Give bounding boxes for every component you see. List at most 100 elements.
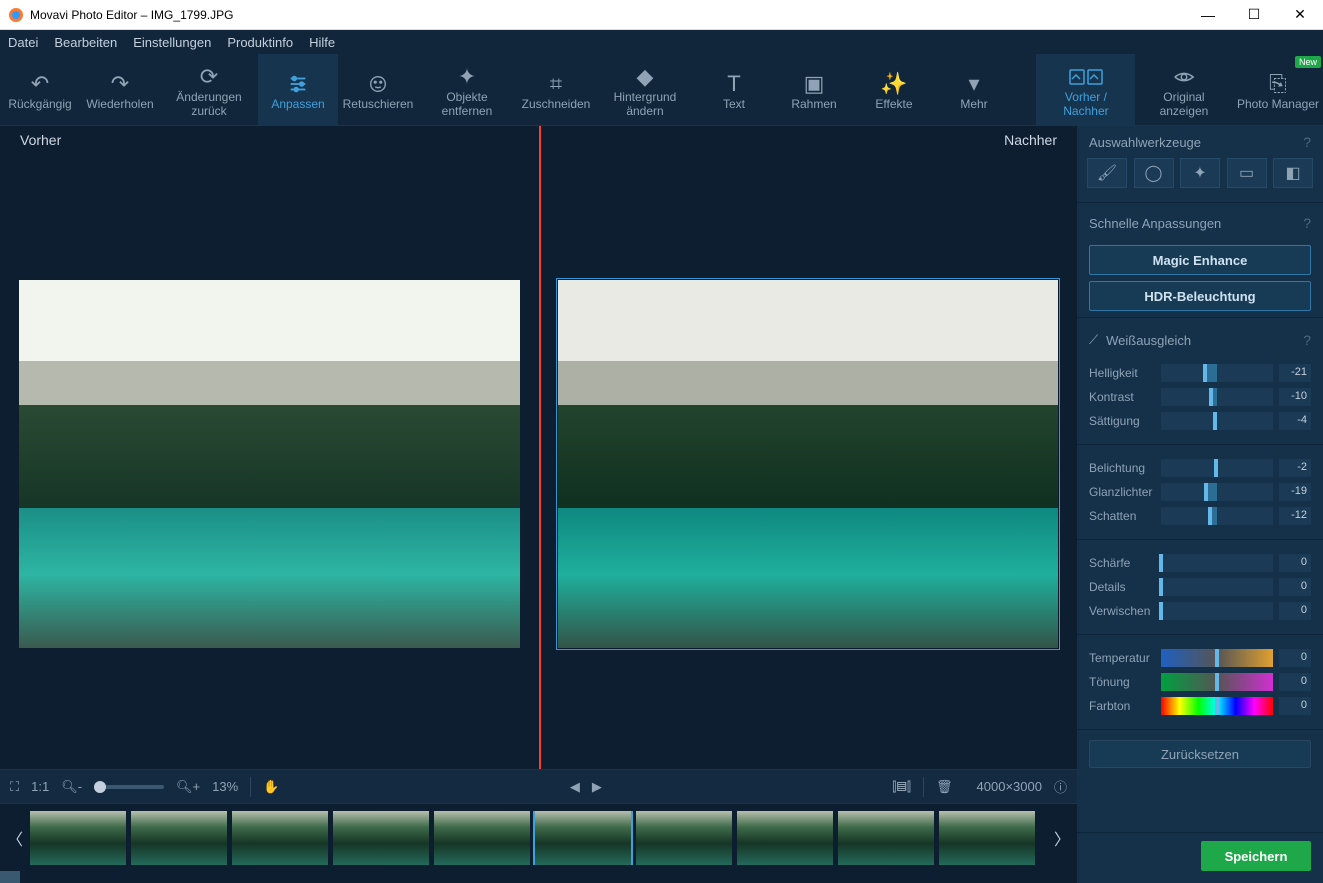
after-label: Nachher [1004,132,1057,148]
slider-value[interactable]: 0 [1279,554,1311,572]
compare-divider[interactable] [539,126,541,769]
slider-label: Farbton [1089,699,1155,713]
one-to-one-button[interactable]: 1:1 [31,779,49,794]
slider-value[interactable]: -2 [1279,459,1311,477]
adjust-icon [287,70,309,98]
reset-button[interactable]: Zurücksetzen [1089,740,1311,768]
slider-row: Belichtung-2 [1089,459,1311,477]
puzzle-icon: ✦ [458,63,476,91]
slider-value[interactable]: 0 [1279,602,1311,620]
more-button[interactable]: ▾Mehr [934,54,1014,125]
undo-button[interactable]: ↶Rückgängig [0,54,80,125]
filmstrip-thumb[interactable] [131,811,227,865]
slider-track[interactable] [1161,507,1273,525]
marquee-tool[interactable]: ▭ [1227,158,1267,188]
eyedropper-icon[interactable]: ⟋ [1089,332,1098,348]
before-after-button[interactable]: Vorher / Nachher [1036,54,1135,125]
minimize-button[interactable]: — [1185,0,1231,30]
effects-button[interactable]: ✨Effekte [854,54,934,125]
slider-track[interactable] [1161,578,1273,596]
slider-row: Kontrast-10 [1089,388,1311,406]
slider-track[interactable] [1161,649,1273,667]
hdr-button[interactable]: HDR-Beleuchtung [1089,281,1311,311]
slider-track[interactable] [1161,483,1273,501]
before-image[interactable] [18,279,521,649]
slider-track[interactable] [1161,602,1273,620]
slider-value[interactable]: -4 [1279,412,1311,430]
zoom-out-icon[interactable]: 🔍︎- [61,779,82,795]
slider-value[interactable]: 0 [1279,673,1311,691]
show-original-button[interactable]: Original anzeigen [1135,54,1233,125]
filmstrip: 〈 〉 [0,803,1077,871]
text-icon: T [727,70,740,98]
slider-value[interactable]: 0 [1279,649,1311,667]
background-button[interactable]: ◆Hintergrund ändern [596,54,694,125]
delete-button[interactable]: 🗑 [936,779,953,795]
after-image[interactable] [557,279,1060,649]
magic-enhance-button[interactable]: Magic Enhance [1089,245,1311,275]
info-button[interactable]: ⓘ [1054,777,1067,796]
filmstrip-thumb[interactable] [434,811,530,865]
quick-adjust-title: Schnelle Anpassungen [1089,216,1221,231]
menu-hilfe[interactable]: Hilfe [309,35,335,50]
slider-track[interactable] [1161,459,1273,477]
slider-track[interactable] [1161,364,1273,382]
help-icon[interactable]: ? [1303,134,1311,150]
slider-label: Schatten [1089,509,1155,523]
filmstrip-thumb[interactable] [535,811,631,865]
menu-datei[interactable]: Datei [8,35,38,50]
slider-value[interactable]: -21 [1279,364,1311,382]
adjust-button[interactable]: Anpassen [258,54,338,125]
slider-track[interactable] [1161,554,1273,572]
filmstrip-thumb[interactable] [939,811,1035,865]
help-icon[interactable]: ? [1303,332,1311,348]
filmstrip-thumb[interactable] [232,811,328,865]
fit-screen-button[interactable]: ⛶ [10,779,19,795]
menu-produktinfo[interactable]: Produktinfo [227,35,293,50]
close-button[interactable]: ✕ [1277,0,1323,30]
image-dimensions: 4000×3000 [977,779,1042,794]
eraser-tool[interactable]: ◧ [1273,158,1313,188]
slider-track[interactable] [1161,412,1273,430]
filmstrip-thumb[interactable] [737,811,833,865]
gallery-toggle-button[interactable]: ⫿▤⫿ [892,779,911,795]
save-button[interactable]: Speichern [1201,841,1311,871]
crop-button[interactable]: ⌗Zuschneiden [516,54,596,125]
next-image-button[interactable]: ▶ [592,779,602,795]
text-button[interactable]: TText [694,54,774,125]
menu-bar: Datei Bearbeiten Einstellungen Produktin… [0,30,1323,54]
photo-manager-button[interactable]: New⎘Photo Manager [1233,54,1323,125]
lasso-tool[interactable]: ◯ [1134,158,1174,188]
slider-value[interactable]: 0 [1279,578,1311,596]
maximize-button[interactable]: ☐ [1231,0,1277,30]
menu-einstellungen[interactable]: Einstellungen [133,35,211,50]
magic-wand-tool[interactable]: ✦ [1180,158,1220,188]
help-icon[interactable]: ? [1303,215,1311,231]
slider-track[interactable] [1161,673,1273,691]
filmstrip-thumb[interactable] [333,811,429,865]
menu-bearbeiten[interactable]: Bearbeiten [54,35,117,50]
zoom-in-icon[interactable]: 🔍︎+ [176,779,200,795]
retouch-button[interactable]: Retuschieren [338,54,418,125]
slider-value[interactable]: 0 [1279,697,1311,715]
slider-value[interactable]: -10 [1279,388,1311,406]
slider-value[interactable]: -12 [1279,507,1311,525]
prev-image-button[interactable]: ◀ [570,779,580,795]
slider-row: Details0 [1089,578,1311,596]
slider-track[interactable] [1161,697,1273,715]
horizontal-scrollbar[interactable] [0,871,1077,883]
filmstrip-prev-button[interactable]: 〈 [4,808,26,868]
slider-track[interactable] [1161,388,1273,406]
frame-button[interactable]: ▣Rahmen [774,54,854,125]
zoom-slider[interactable] [94,785,164,789]
filmstrip-thumb[interactable] [636,811,732,865]
filmstrip-next-button[interactable]: 〉 [1051,808,1073,868]
remove-object-button[interactable]: ✦Objekte entfernen [418,54,516,125]
filmstrip-thumb[interactable] [838,811,934,865]
revert-button[interactable]: ⟳Änderungen zurück [160,54,258,125]
brush-tool[interactable]: 🖌 [1087,158,1127,188]
slider-value[interactable]: -19 [1279,483,1311,501]
filmstrip-thumb[interactable] [30,811,126,865]
redo-button[interactable]: ↷Wiederholen [80,54,160,125]
hand-tool-button[interactable]: ✋ [263,779,279,795]
